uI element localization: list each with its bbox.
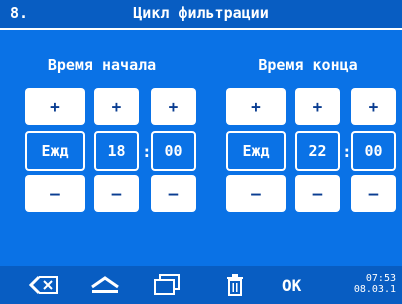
end-hour-value[interactable]: 22: [295, 131, 340, 171]
ok-button[interactable]: OK: [282, 276, 301, 295]
start-day-minus-button[interactable]: –: [25, 175, 85, 212]
end-day-plus-button[interactable]: +: [226, 88, 286, 125]
page-title: Цикл фильтрации: [133, 4, 269, 22]
trash-icon[interactable]: [221, 272, 249, 298]
end-minute-minus-button[interactable]: –: [351, 175, 396, 212]
end-minute-value[interactable]: 00: [351, 131, 396, 171]
end-time-separator: :: [342, 142, 352, 161]
back-icon[interactable]: [26, 272, 60, 298]
home-icon[interactable]: [88, 272, 122, 298]
header-bar: 8. Цикл фильтрации: [0, 0, 402, 30]
end-day-value[interactable]: Ежд: [226, 131, 286, 171]
clock-date: 08.03.1: [353, 284, 396, 295]
start-hour-minus-button[interactable]: –: [94, 175, 139, 212]
start-day-plus-button[interactable]: +: [25, 88, 85, 125]
end-hour-minus-button[interactable]: –: [295, 175, 340, 212]
start-hour-value[interactable]: 18: [94, 131, 139, 171]
end-time-label: Время конца: [258, 56, 358, 74]
start-time-label: Время начала: [47, 56, 157, 74]
end-hour-plus-button[interactable]: +: [295, 88, 340, 125]
start-hour-plus-button[interactable]: +: [94, 88, 139, 125]
start-minute-minus-button[interactable]: –: [151, 175, 196, 212]
end-minute-plus-button[interactable]: +: [351, 88, 396, 125]
start-day-value[interactable]: Ежд: [25, 131, 85, 171]
start-time-separator: :: [142, 142, 152, 161]
end-day-minus-button[interactable]: –: [226, 175, 286, 212]
clock-time: 07:53: [365, 273, 396, 284]
clock-display: 07:53 08.03.1: [336, 273, 396, 295]
bottom-toolbar: OK 07:53 08.03.1: [0, 266, 402, 304]
windows-icon[interactable]: [150, 272, 184, 298]
start-minute-value[interactable]: 00: [151, 131, 196, 171]
start-minute-plus-button[interactable]: +: [151, 88, 196, 125]
